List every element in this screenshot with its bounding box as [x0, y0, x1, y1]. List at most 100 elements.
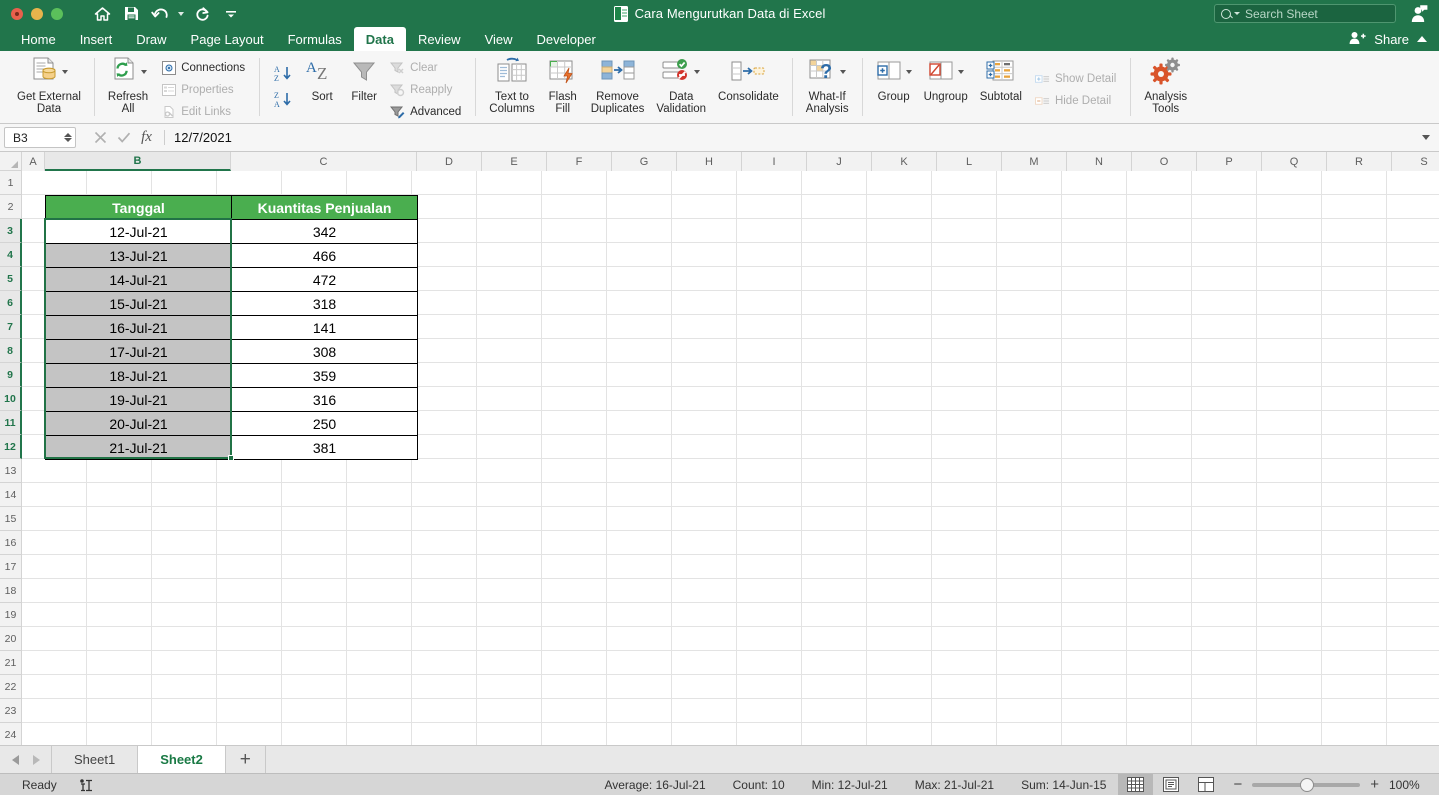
tab-formulas[interactable]: Formulas	[276, 27, 354, 51]
flash-fill-button[interactable]: Flash Fill	[541, 51, 585, 123]
sort-descending-button[interactable]: Z A	[269, 91, 297, 114]
cell-kuantitas-5[interactable]: 472	[231, 267, 418, 292]
cell-tanggal-8[interactable]: 17-Jul-21	[45, 339, 232, 364]
cell-kuantitas-9[interactable]: 359	[231, 363, 418, 388]
cell-tanggal-4[interactable]: 13-Jul-21	[45, 243, 232, 268]
table-row[interactable]: 19-Jul-21 316	[45, 387, 418, 412]
table-row[interactable]: 17-Jul-21 308	[45, 339, 418, 364]
tab-draw[interactable]: Draw	[124, 27, 178, 51]
chevron-up-icon[interactable]	[1417, 36, 1427, 42]
zoom-slider[interactable]	[1252, 777, 1361, 792]
cell-tanggal-5[interactable]: 14-Jul-21	[45, 267, 232, 292]
ungroup-button[interactable]: Ungroup	[918, 51, 974, 123]
column-header-h[interactable]: H	[677, 152, 742, 171]
filter-button[interactable]: Filter	[345, 51, 383, 123]
tab-view[interactable]: View	[473, 27, 525, 51]
row-header-11[interactable]: 11	[0, 411, 22, 435]
cell-tanggal-7[interactable]: 16-Jul-21	[45, 315, 232, 340]
column-header-d[interactable]: D	[417, 152, 482, 171]
table-header-kuantitas[interactable]: Kuantitas Penjualan	[231, 195, 418, 220]
cell-kuantitas-4[interactable]: 466	[231, 243, 418, 268]
remove-duplicates-button[interactable]: Remove Duplicates	[585, 51, 651, 123]
table-row[interactable]: 12-Jul-21 342	[45, 219, 418, 244]
row-header-13[interactable]: 13	[0, 459, 22, 483]
ungroup-dropdown-icon[interactable]	[957, 70, 964, 74]
redo-icon[interactable]	[189, 3, 215, 25]
reapply-filter-button[interactable]: Reapply	[387, 79, 464, 100]
what-if-analysis-button[interactable]: ? What-If Analysis	[800, 51, 855, 123]
nav-previous-icon[interactable]	[12, 754, 19, 765]
subtotal-button[interactable]: Subtotal	[974, 51, 1028, 123]
sales-data-table[interactable]: Tanggal Kuantitas Penjualan 12-Jul-21 342…	[45, 195, 418, 460]
group-button[interactable]: Group	[870, 51, 918, 123]
cell-kuantitas-6[interactable]: 318	[231, 291, 418, 316]
column-header-s[interactable]: S	[1392, 152, 1439, 171]
cell-kuantitas-12[interactable]: 381	[231, 435, 418, 460]
tab-developer[interactable]: Developer	[525, 27, 608, 51]
insert-function-icon[interactable]: fx	[136, 127, 157, 148]
cell-kuantitas-3[interactable]: 342	[231, 219, 418, 244]
sheet-tab-sheet2[interactable]: Sheet2	[137, 746, 226, 773]
column-header-a[interactable]: A	[22, 152, 45, 171]
zoom-out-button[interactable]: −	[1233, 777, 1242, 792]
cell-tanggal-10[interactable]: 19-Jul-21	[45, 387, 232, 412]
close-window-button[interactable]	[11, 7, 23, 20]
cells-area[interactable]: Tanggal Kuantitas Penjualan 12-Jul-21 342…	[22, 171, 1439, 745]
row-header-15[interactable]: 15	[0, 507, 22, 531]
analysis-tools-button[interactable]: Analysis Tools	[1138, 51, 1193, 123]
column-header-q[interactable]: Q	[1262, 152, 1327, 171]
data-validation-dropdown-icon[interactable]	[694, 70, 701, 74]
customize-quick-access-icon[interactable]	[218, 3, 244, 25]
minimize-window-button[interactable]	[31, 7, 43, 20]
tab-home[interactable]: Home	[9, 27, 68, 51]
column-header-r[interactable]: R	[1327, 152, 1392, 171]
row-header-24[interactable]: 24	[0, 723, 22, 745]
cell-tanggal-6[interactable]: 15-Jul-21	[45, 291, 232, 316]
tab-data[interactable]: Data	[353, 27, 406, 51]
table-header-tanggal[interactable]: Tanggal	[45, 195, 232, 220]
table-row[interactable]: 13-Jul-21 466	[45, 243, 418, 268]
row-header-23[interactable]: 23	[0, 699, 22, 723]
column-header-g[interactable]: G	[612, 152, 677, 171]
refresh-all-dropdown-icon[interactable]	[141, 70, 148, 74]
data-validation-button[interactable]: Data Validation	[650, 51, 712, 123]
row-header-12[interactable]: 12	[0, 435, 22, 459]
search-sheet-box[interactable]	[1214, 4, 1396, 23]
column-header-o[interactable]: O	[1132, 152, 1197, 171]
tab-page-layout[interactable]: Page Layout	[179, 27, 276, 51]
column-header-n[interactable]: N	[1067, 152, 1132, 171]
column-header-c[interactable]: C	[231, 152, 417, 171]
cancel-x-icon[interactable]	[90, 127, 111, 148]
row-header-8[interactable]: 8	[0, 339, 22, 363]
cell-tanggal-11[interactable]: 20-Jul-21	[45, 411, 232, 436]
enter-check-icon[interactable]	[113, 127, 134, 148]
cell-tanggal-12[interactable]: 21-Jul-21	[45, 435, 232, 460]
nav-next-icon[interactable]	[33, 754, 40, 765]
column-header-f[interactable]: F	[547, 152, 612, 171]
consolidate-button[interactable]: Consolidate	[712, 51, 785, 123]
undo-dropdown-icon[interactable]	[176, 3, 186, 25]
column-header-j[interactable]: J	[807, 152, 872, 171]
add-sheet-button[interactable]: +	[226, 746, 266, 773]
cell-kuantitas-8[interactable]: 308	[231, 339, 418, 364]
page-break-view-icon[interactable]	[1188, 774, 1223, 795]
column-header-p[interactable]: P	[1197, 152, 1262, 171]
cell-kuantitas-7[interactable]: 141	[231, 315, 418, 340]
column-header-e[interactable]: E	[482, 152, 547, 171]
table-row[interactable]: 15-Jul-21 318	[45, 291, 418, 316]
group-dropdown-icon[interactable]	[905, 70, 912, 74]
share-label[interactable]: Share	[1374, 32, 1409, 47]
row-header-6[interactable]: 6	[0, 291, 22, 315]
zoom-in-button[interactable]: +	[1370, 777, 1379, 792]
text-to-columns-button[interactable]: Text to Columns	[483, 51, 540, 123]
show-detail-button[interactable]: Show Detail	[1032, 68, 1119, 89]
fill-handle[interactable]	[228, 455, 234, 461]
undo-icon[interactable]	[147, 3, 173, 25]
tab-insert[interactable]: Insert	[68, 27, 125, 51]
normal-view-icon[interactable]	[1118, 773, 1154, 795]
page-layout-view-icon[interactable]	[1153, 774, 1188, 795]
name-box-spinner[interactable]	[64, 133, 72, 142]
formula-input[interactable]	[174, 130, 1422, 145]
column-header-k[interactable]: K	[872, 152, 937, 171]
row-header-14[interactable]: 14	[0, 483, 22, 507]
